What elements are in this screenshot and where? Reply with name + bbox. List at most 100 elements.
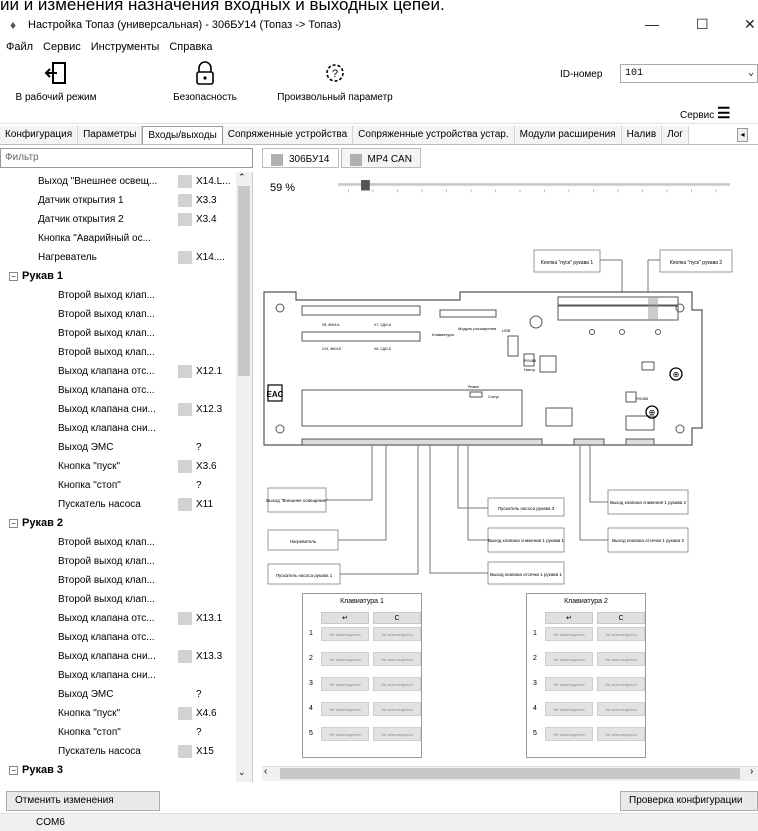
tree-item[interactable]: Выход клапана отс...	[0, 381, 240, 400]
keyboard-key[interactable]: Не используется	[321, 727, 369, 741]
tree-item[interactable]: Выход клапана отс... X13.1	[0, 609, 240, 628]
custom-param-button[interactable]: ? Произвольный параметр	[270, 60, 400, 103]
zoom-slider[interactable]	[310, 180, 758, 194]
tab-expansion-modules[interactable]: Модули расширения	[514, 126, 622, 144]
keyboard-key[interactable]: Не используется	[597, 627, 645, 641]
tree-item[interactable]: Кнопка "пуск" X3.6	[0, 457, 240, 476]
tree-item[interactable]: Второй выход клап...	[0, 305, 240, 324]
filter-input[interactable]: Фильтр	[0, 148, 253, 168]
tree-item[interactable]: Датчик открытия 2 X3.4	[0, 210, 240, 229]
collapse-icon[interactable]: −	[9, 272, 18, 281]
tabs-scroll-left-arrow-icon[interactable]: ◂	[737, 128, 748, 142]
keyboard-key[interactable]: Не используется	[545, 727, 593, 741]
menu-service[interactable]: Сервис	[43, 41, 81, 53]
keyboard-key[interactable]: Не используется	[545, 677, 593, 691]
work-mode-button[interactable]: В рабочий режим	[6, 60, 106, 103]
tree-group[interactable]: − Рукав 3	[0, 761, 240, 780]
cancel-changes-button[interactable]: Отменить изменения	[6, 791, 160, 811]
clear-key[interactable]: C	[373, 612, 421, 624]
keyboard-key[interactable]: Не используется	[373, 677, 421, 691]
keyboard-key[interactable]: Не используется	[321, 677, 369, 691]
keyboard-key[interactable]: Не используется	[597, 727, 645, 741]
keyboard-key[interactable]: Не используется	[545, 702, 593, 716]
tree-item[interactable]: Второй выход клап...	[0, 780, 240, 782]
tree-item[interactable]: Выход ЭМС?	[0, 438, 240, 457]
subtab-306bu14[interactable]: 306БУ14	[262, 148, 339, 168]
menu-file[interactable]: Файл	[6, 41, 33, 53]
menu-help[interactable]: Справка	[169, 41, 212, 53]
tab-io[interactable]: Входы/выходы	[142, 126, 223, 144]
tab-linked-devices-legacy[interactable]: Сопряженные устройства устар.	[353, 126, 515, 144]
keyboard-key[interactable]: Не используется	[373, 627, 421, 641]
tree-item[interactable]: Выход клапана отс...	[0, 628, 240, 647]
tab-log[interactable]: Лог	[662, 126, 689, 144]
tree-item[interactable]: Второй выход клап...	[0, 286, 240, 305]
keyboard-key[interactable]: Не используется	[373, 727, 421, 741]
enter-key-icon[interactable]: ↵	[545, 612, 593, 624]
tree-item[interactable]: Пускатель насоса X11	[0, 495, 240, 514]
tree-item[interactable]: Выход клапана сни... X13.3	[0, 647, 240, 666]
scroll-right-arrow-icon[interactable]: ›	[750, 766, 753, 777]
tree-item[interactable]: Выход ЭМС?	[0, 685, 240, 704]
scroll-left-arrow-icon[interactable]: ‹	[264, 766, 267, 777]
tab-parameters[interactable]: Параметры	[78, 126, 143, 144]
keyboard-row-number: 4	[309, 705, 313, 712]
tree-item[interactable]: Второй выход клап...	[0, 533, 240, 552]
zoom-slider-thumb[interactable]	[361, 180, 370, 191]
tree-item[interactable]: Выход "Внешнее освещ... X14.L...	[0, 172, 240, 191]
minimize-button[interactable]: —	[645, 17, 659, 31]
tree-item[interactable]: Выход клапана отс... X12.1	[0, 362, 240, 381]
tree-item-label: Датчик открытия 1	[38, 195, 124, 206]
keyboard-key[interactable]: Не используется	[597, 677, 645, 691]
tree-item[interactable]: Датчик открытия 1 X3.3	[0, 191, 240, 210]
tree-item[interactable]: Кнопка "стоп"?	[0, 723, 240, 742]
service-menu-button[interactable]: Сервис ☰	[680, 104, 730, 122]
tree-item[interactable]: Пускатель насоса X15	[0, 742, 240, 761]
tree-item[interactable]: Второй выход клап...	[0, 590, 240, 609]
keyboard-key[interactable]: Не используется	[597, 652, 645, 666]
keyboard-key[interactable]: Не используется	[373, 652, 421, 666]
tree-item[interactable]: Выход клапана сни...	[0, 666, 240, 685]
tab-configuration[interactable]: Конфигурация	[0, 126, 79, 144]
keyboard-key[interactable]: Не используется	[373, 702, 421, 716]
tree-group[interactable]: − Рукав 1	[0, 267, 240, 286]
collapse-icon[interactable]: −	[9, 519, 18, 528]
scroll-down-arrow-icon[interactable]: ⌄	[238, 767, 246, 778]
security-button[interactable]: Безопасность	[160, 60, 250, 103]
tree-item[interactable]: Выход клапана сни... X12.3	[0, 400, 240, 419]
clear-key[interactable]: C	[597, 612, 645, 624]
id-select[interactable]: 101 ⌄	[620, 64, 758, 83]
tab-linked-devices[interactable]: Сопряженные устройства	[222, 126, 354, 144]
tree-item[interactable]: Кнопка "Аварийный ос...	[0, 229, 240, 248]
tree-item[interactable]: Кнопка "стоп"?	[0, 476, 240, 495]
pin-swatch	[178, 213, 192, 226]
tree-item[interactable]: Нагреватель X14....	[0, 248, 240, 267]
collapse-icon[interactable]: −	[9, 766, 18, 775]
close-button[interactable]: ✕	[744, 17, 756, 31]
tree-item[interactable]: Выход клапана сни...	[0, 419, 240, 438]
tree-item[interactable]: Второй выход клап...	[0, 324, 240, 343]
menu-tools[interactable]: Инструменты	[91, 41, 160, 53]
tree-scroll-thumb[interactable]	[238, 186, 250, 376]
tree-item-label: Второй выход клап...	[58, 594, 155, 605]
keyboard-key[interactable]: Не используется	[321, 627, 369, 641]
keyboard-key[interactable]: Не используется	[545, 627, 593, 641]
keyboard-key[interactable]: Не используется	[321, 652, 369, 666]
tree-group[interactable]: − Рукав 2	[0, 514, 240, 533]
keyboard-key[interactable]: Не используется	[597, 702, 645, 716]
tree-item[interactable]: Кнопка "пуск" X4.6	[0, 704, 240, 723]
tab-filling[interactable]: Налив	[621, 126, 663, 144]
keyboard-key[interactable]: Не используется	[545, 652, 593, 666]
tree-item[interactable]: Второй выход клап...	[0, 343, 240, 362]
board-label: RS485	[524, 358, 537, 363]
tree-item[interactable]: Второй выход клап...	[0, 552, 240, 571]
tree-item[interactable]: Второй выход клап...	[0, 571, 240, 590]
maximize-button[interactable]: ☐	[696, 17, 709, 31]
keyboard-key[interactable]: Не используется	[321, 702, 369, 716]
check-config-button[interactable]: Проверка конфигурации	[620, 791, 758, 811]
enter-key-icon[interactable]: ↵	[321, 612, 369, 624]
scroll-up-arrow-icon[interactable]: ⌃	[238, 172, 246, 183]
subtab-mp4can[interactable]: MP4 CAN	[340, 148, 421, 168]
hamburger-icon: ☰	[717, 105, 731, 122]
diagram-scroll-thumb[interactable]	[280, 768, 740, 779]
